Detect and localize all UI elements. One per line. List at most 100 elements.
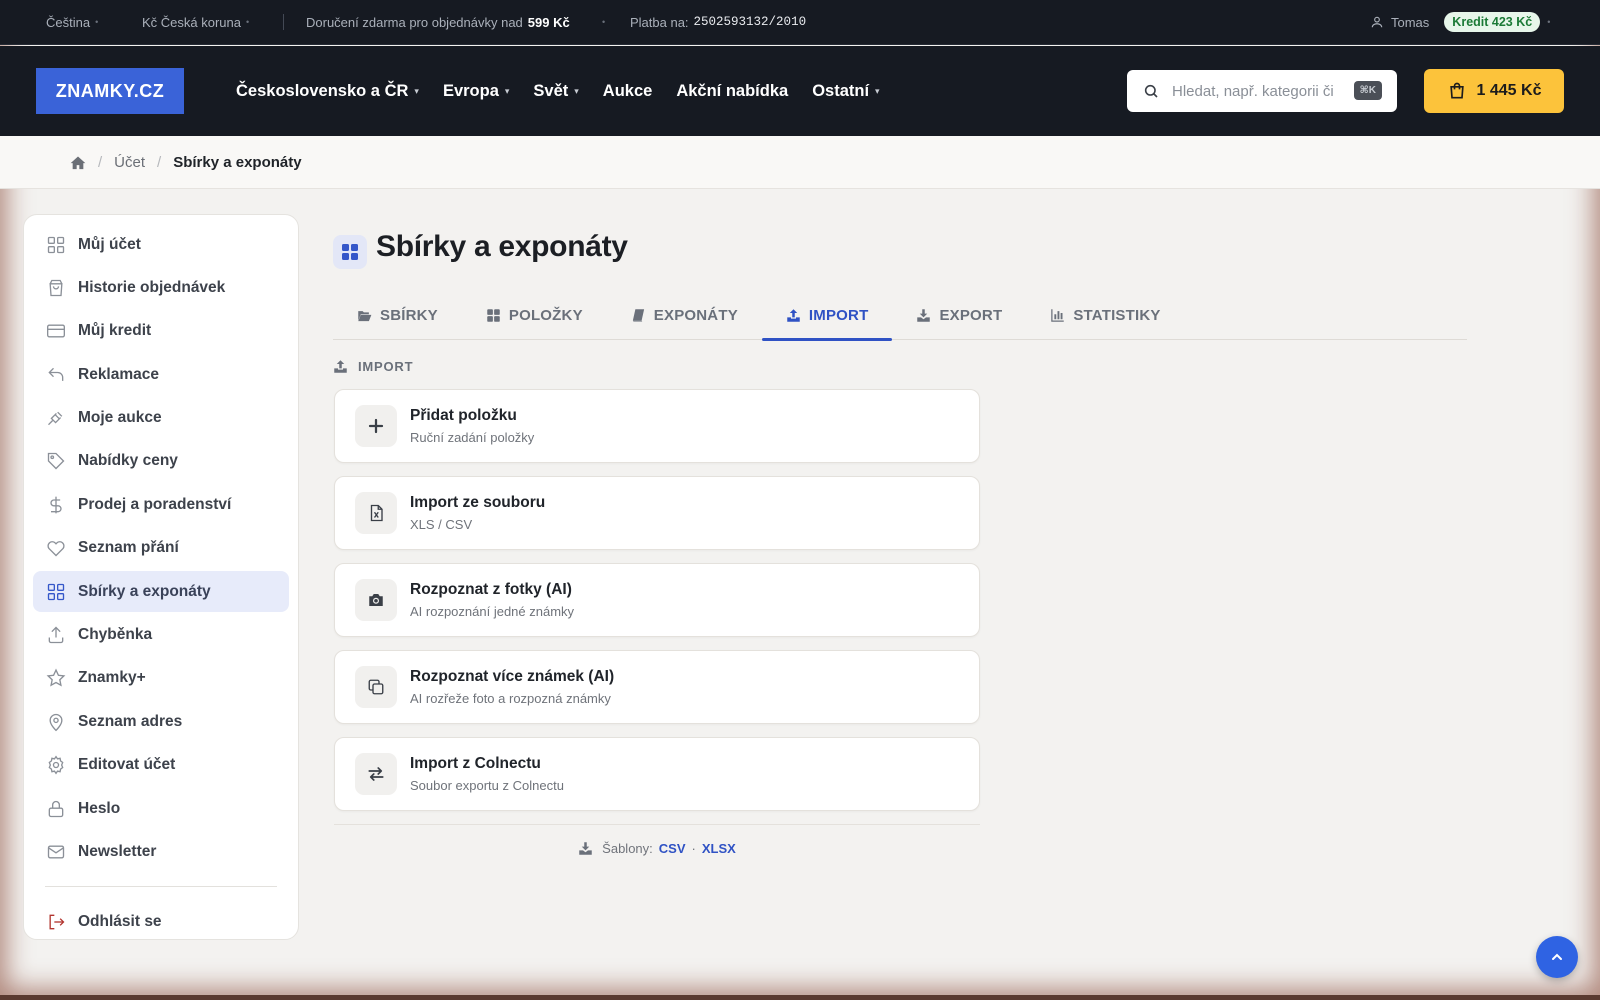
shopping-bag-icon — [49, 279, 63, 297]
user-menu[interactable]: Tomas Kredit 423 Kč • — [1370, 12, 1550, 32]
chevron-down-icon: • — [246, 17, 250, 27]
sidebar-item-label: Odhlásit se — [78, 912, 162, 930]
shopping-bag-icon — [1449, 82, 1464, 99]
search-input[interactable] — [1172, 70, 1347, 112]
scroll-to-top-button[interactable] — [1536, 936, 1578, 978]
heart-icon — [47, 541, 65, 557]
grid-icon — [47, 236, 65, 253]
breadcrumb-current: Sbírky a exponáty — [173, 153, 302, 171]
upload-icon — [48, 626, 64, 644]
sidebar-item-price-offers[interactable]: Nabídky ceny — [33, 441, 289, 482]
sidebar-item-complaints[interactable]: Reklamace — [33, 354, 289, 395]
nav-label: Ostatní — [812, 81, 870, 100]
sidebar-item-logout[interactable]: Odhlásit se — [33, 901, 289, 942]
download-icon — [579, 842, 592, 855]
undo-arrow-icon — [48, 367, 64, 381]
nav-item-world[interactable]: Svět ▾ — [533, 82, 578, 101]
folder-open-icon — [358, 310, 372, 321]
cart-button[interactable]: 1 445 Kč — [1424, 69, 1564, 113]
breadcrumb-account[interactable]: Účet — [114, 154, 145, 171]
sidebar-item-label: Seznam adres — [78, 712, 183, 730]
gear-icon — [48, 755, 64, 775]
sidebar-item-my-account[interactable]: Můj účet — [33, 224, 289, 265]
copy-icon — [368, 679, 384, 695]
sidebar-item-edit-account[interactable]: Editovat účet — [33, 745, 289, 786]
tab-export[interactable]: EXPORT — [892, 290, 1026, 340]
template-csv-link[interactable]: CSV — [659, 841, 686, 856]
collection-tabs: SBÍRKY POLOŽKY EXPONÁTY IMPORT EXPORT ST… — [333, 290, 1467, 341]
tab-label: EXPORT — [939, 306, 1003, 324]
language-selector[interactable]: Čeština • — [46, 15, 98, 30]
recognize-photo-card[interactable]: Rozpoznat z fotky (AI) AI rozpoznání jed… — [334, 563, 980, 637]
logout-icon — [49, 914, 65, 930]
home-icon[interactable] — [70, 155, 86, 170]
mail-icon — [47, 845, 65, 859]
chevron-down-icon: ▾ — [875, 85, 880, 96]
card-title: Přidat položku — [410, 407, 517, 424]
section-label: IMPORT — [333, 359, 413, 374]
template-xlsx-link[interactable]: XLSX — [702, 841, 736, 856]
language-label: Čeština — [46, 14, 91, 30]
sidebar-item-label: Historie objednávek — [78, 278, 226, 296]
book-icon — [632, 308, 644, 322]
tab-import[interactable]: IMPORT — [761, 290, 893, 341]
tab-collections[interactable]: SBÍRKY — [333, 290, 462, 340]
tab-exhibits[interactable]: EXPONÁTY — [607, 290, 762, 340]
sidebar-item-password[interactable]: Heslo — [33, 788, 289, 829]
credit-badge: Kredit 423 Kč — [1444, 12, 1541, 32]
search-box[interactable]: ⌘K — [1127, 70, 1397, 112]
chevron-up-icon — [1552, 953, 1562, 960]
card-title: Rozpoznat více známek (AI) — [410, 668, 615, 685]
sidebar-item-my-auctions[interactable]: Moje aukce — [33, 398, 289, 439]
tab-label: SBÍRKY — [380, 306, 438, 324]
nav-item-offers[interactable]: Akční nabídka — [676, 82, 788, 101]
sidebar-item-wishlist[interactable]: Seznam přání — [33, 528, 289, 569]
tab-items[interactable]: POLOŽKY — [462, 290, 607, 340]
sidebar-item-collections[interactable]: Sbírky a exponáty — [33, 571, 289, 613]
nav-item-auctions[interactable]: Aukce — [603, 82, 653, 101]
sidebar-item-addresses[interactable]: Seznam adres — [33, 701, 289, 742]
tab-label: POLOŽKY — [508, 306, 583, 324]
page-title-icon — [333, 235, 367, 269]
card-icon-box — [355, 492, 397, 534]
sidebar-item-order-history[interactable]: Historie objednávek — [33, 267, 289, 308]
chevron-down-icon: ▾ — [504, 85, 510, 96]
sidebar-item-sales-advice[interactable]: Prodej a poradenství — [33, 484, 289, 525]
grid-icon — [47, 583, 65, 600]
chevron-down-icon: • — [1547, 17, 1551, 27]
nav-item-other[interactable]: Ostatní ▾ — [812, 82, 879, 101]
site-logo[interactable]: ZNAMKY.CZ — [36, 68, 184, 114]
import-file-card[interactable]: Import ze souboru XLS / CSV — [334, 476, 980, 550]
main-nav: Československo a ČR ▾ Evropa ▾ Svět ▾ Aukce… — [236, 46, 880, 136]
sidebar-item-label: Reklamace — [78, 365, 160, 383]
currency-selector[interactable]: Kč Česká koruna • — [142, 15, 249, 30]
templates-label: Šablony: — [602, 841, 653, 856]
map-pin-icon — [49, 713, 63, 732]
main-header: ZNAMKY.CZ Československo a ČR ▾ Evropa ▾ S… — [0, 46, 1600, 136]
nav-label: Svět — [533, 81, 569, 100]
import-options: Přidat položku Ruční zadání položky Impo… — [334, 389, 980, 824]
nav-label: Evropa — [442, 81, 499, 100]
sidebar-item-my-credit[interactable]: Můj kredit — [33, 311, 289, 352]
sidebar-item-label: Prodej a poradenství — [78, 495, 232, 513]
nav-item-europe[interactable]: Evropa ▾ — [443, 82, 509, 101]
tab-statistics[interactable]: STATISTIKY — [1026, 290, 1184, 340]
card-icon-box — [355, 579, 397, 621]
sidebar-item-znamky-plus[interactable]: Znamky+ — [33, 658, 289, 699]
add-item-card[interactable]: Přidat položku Ruční zadání položky — [334, 389, 980, 463]
shipping-text: Doručení zdarma pro objednávky nad — [306, 14, 523, 30]
recognize-multiple-card[interactable]: Rozpoznat více známek (AI) AI rozřeže fo… — [334, 650, 980, 724]
sidebar-item-missing-list[interactable]: Chyběnka — [33, 615, 289, 656]
payment-label: Platba na: — [630, 14, 689, 30]
nav-label: Československo a ČR — [236, 81, 409, 100]
nav-item-czechoslovakia[interactable]: Československo a ČR ▾ — [236, 82, 419, 101]
breadcrumb-separator: / — [157, 153, 162, 171]
file-excel-icon — [370, 504, 383, 522]
credit-card-icon — [47, 324, 65, 338]
sidebar-item-newsletter[interactable]: Newsletter — [33, 831, 289, 872]
search-shortcut: ⌘K — [1353, 81, 1382, 100]
top-bar: Čeština • Kč Česká koruna • Doručení zda… — [0, 0, 1600, 45]
sidebar-item-label: Znamky+ — [78, 669, 146, 687]
dollar-icon — [50, 496, 62, 514]
import-colnect-card[interactable]: Import z Colnectu Soubor exportu z Colne… — [334, 737, 980, 811]
